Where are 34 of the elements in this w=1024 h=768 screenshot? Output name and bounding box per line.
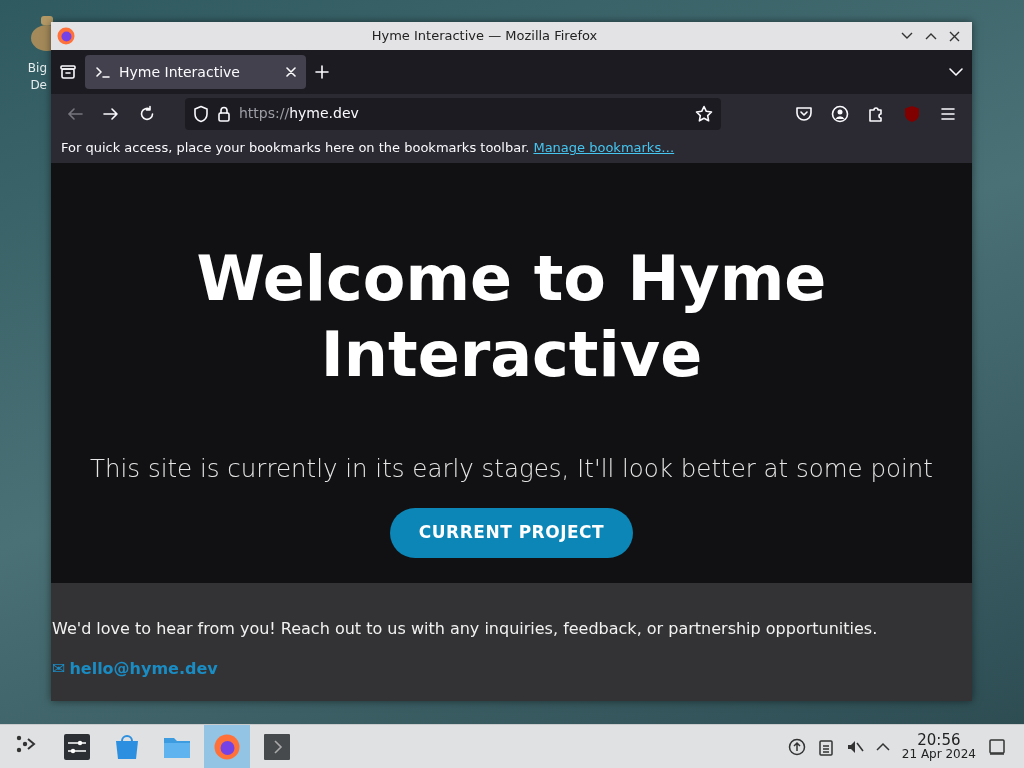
manage-bookmarks-link[interactable]: Manage bookmarks…: [533, 138, 675, 158]
address-field[interactable]: https://hyme.dev: [185, 97, 721, 130]
lock-icon: [217, 104, 231, 123]
tab-list-icon[interactable]: [59, 63, 77, 81]
shopping-bag-icon: [113, 732, 141, 761]
url-text: https://hyme.dev: [239, 104, 360, 123]
bookmarks-hint: For quick access, place your bookmarks here on the bookmarks toolbar.: [61, 139, 530, 158]
show-desktop-icon[interactable]: [988, 737, 1006, 756]
reload-icon[interactable]: [138, 104, 156, 123]
pocket-icon[interactable]: [795, 104, 813, 123]
star-icon[interactable]: [695, 104, 713, 123]
desktop-icon-label: De: [29, 77, 48, 94]
browser-tab[interactable]: Hyme Interactive: [85, 55, 306, 89]
page-heading: Welcome to Hyme Interactive: [195, 241, 828, 393]
clock-date: 21 Apr 2024: [901, 748, 976, 760]
clock[interactable]: 20:56 21 Apr 2024: [901, 733, 976, 760]
desktop-icon-label: Big: [26, 60, 48, 77]
puzzle-piece-icon[interactable]: [867, 104, 885, 123]
contact-text: We'd love to hear from you! Reach out to us with any inquiries, feedback, or partnership opportunities.: [52, 618, 879, 640]
clipboard-icon[interactable]: [817, 737, 834, 756]
subtitle: This site is currently in its early stages, It'll look better at some point: [90, 453, 933, 485]
terminal-icon: [263, 732, 291, 761]
envelope-icon: ✉: [52, 657, 66, 681]
tab-label: Hyme Interactive: [119, 62, 241, 82]
window-title: Hyme Interactive — Mozilla Firefox: [370, 27, 599, 46]
shield-icon: [193, 104, 209, 123]
new-tab-icon[interactable]: [314, 64, 330, 80]
terminal-icon: [95, 65, 111, 79]
account-icon[interactable]: [831, 104, 849, 123]
clock-time: 20:56: [916, 733, 962, 748]
close-icon[interactable]: [286, 67, 296, 77]
sliders-icon: [63, 732, 91, 761]
current-project-button[interactable]: CURRENT PROJECT: [390, 507, 633, 558]
update-icon[interactable]: [787, 737, 806, 756]
